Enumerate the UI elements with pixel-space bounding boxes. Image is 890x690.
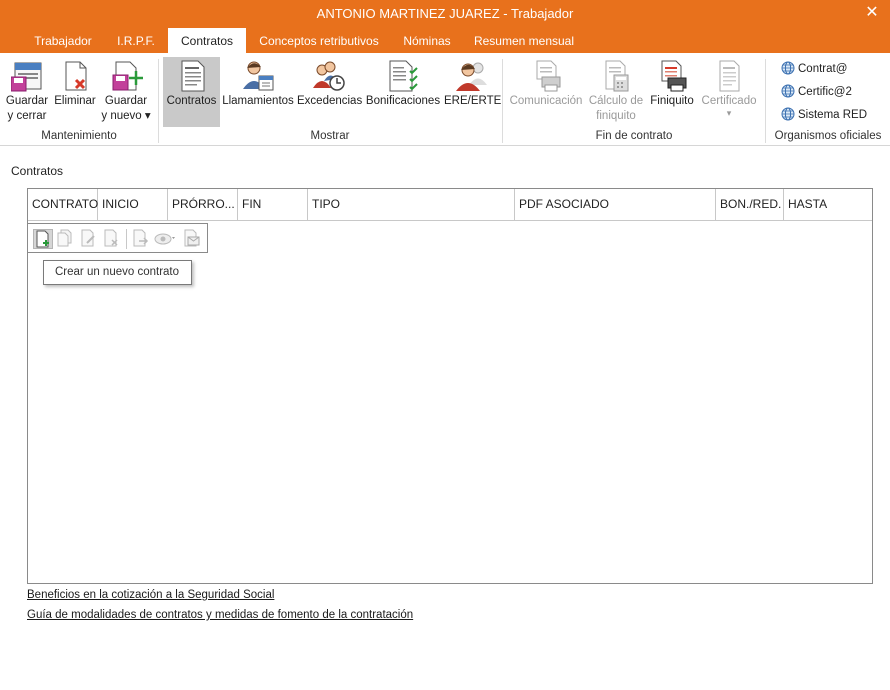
beneficios-link[interactable]: Beneficios en la cotización a la Segurid… — [27, 589, 274, 601]
guardar-nuevo-label-1: Guardar — [104, 95, 148, 107]
person-grey-icon — [456, 62, 487, 91]
excedencias-label: Excedencias — [297, 95, 363, 107]
certificate-document-icon — [719, 60, 740, 92]
tab-bar: Trabajador I.R.P.F. Contratos Conceptos … — [0, 28, 890, 53]
group-label-mantenimiento: Mantenimiento — [41, 130, 117, 142]
tab-nominas[interactable]: Nóminas — [393, 28, 461, 53]
finiquito-button[interactable]: Finiquito — [647, 57, 697, 123]
save-new-icon — [112, 61, 143, 91]
save-close-icon — [11, 62, 42, 92]
group-label-mostrar: Mostrar — [310, 130, 350, 142]
ribbon-separator — [158, 59, 159, 143]
tab-conceptos-retributivos[interactable]: Conceptos retributivos — [250, 28, 388, 53]
contract-document-icon — [181, 60, 204, 92]
new-document-icon — [36, 230, 49, 248]
ere-erte-label: ERE/ERTE — [444, 95, 502, 107]
tab-trabajador[interactable]: Trabajador — [22, 28, 104, 53]
export-document-icon — [133, 229, 149, 247]
certifica-label: Certific@2 — [798, 86, 852, 98]
group-label-organismos: Organismos oficiales — [774, 130, 882, 142]
comunicacion-label: Comunicación — [509, 95, 583, 107]
view-document-button[interactable] — [154, 229, 178, 249]
column-header-contrato[interactable]: CONTRATO — [28, 189, 98, 221]
section-title: Contratos — [11, 164, 64, 178]
llamamientos-label: Llamamientos — [222, 95, 294, 107]
contratos-button[interactable]: Contratos — [163, 57, 220, 127]
calculo-finiquito-button[interactable]: Cálculo de finiquito — [587, 57, 645, 123]
copy-document-icon — [57, 229, 72, 247]
delete-document-button[interactable] — [102, 229, 122, 249]
certificado-button[interactable]: Certificado ▾ — [699, 57, 759, 123]
sistema-red-label: Sistema RED — [798, 109, 868, 121]
certifica-link[interactable]: Certific@2 — [781, 83, 852, 101]
copy-document-button[interactable] — [56, 229, 76, 249]
delete-document-icon — [65, 61, 87, 91]
export-document-button[interactable] — [131, 229, 151, 249]
column-header-prorroga[interactable]: PRÓRRO... — [168, 189, 238, 221]
column-header-pdf-asociado[interactable]: PDF ASOCIADO — [515, 189, 716, 221]
ere-erte-button[interactable]: ERE/ERTE — [444, 57, 502, 123]
finiquito-printer-icon — [661, 60, 687, 92]
guardar-cerrar-label-1: Guardar — [5, 95, 49, 107]
guardar-cerrar-label-2: y cerrar — [7, 110, 47, 122]
column-header-inicio[interactable]: INICIO — [98, 189, 168, 221]
column-header-bon-red[interactable]: BON./RED. — [716, 189, 784, 221]
people-calendar-icon — [243, 61, 274, 91]
new-document-button[interactable] — [33, 229, 53, 249]
eye-dropdown-icon — [154, 233, 175, 245]
people-clock-icon — [313, 61, 345, 91]
guardar-cerrar-button[interactable]: Guardar y cerrar — [4, 57, 50, 123]
llamamientos-button[interactable]: Llamamientos — [222, 57, 294, 123]
checklist-document-icon — [389, 60, 418, 92]
guia-link[interactable]: Guía de modalidades de contratos y medid… — [27, 609, 413, 621]
calculo-label-1: Cálculo de — [588, 95, 644, 107]
guardar-nuevo-button[interactable]: Guardar y nuevo ▾ — [100, 57, 152, 123]
calculator-document-icon — [605, 60, 629, 92]
toolbar-separator — [126, 229, 127, 249]
window-title: ANTONIO MARTINEZ JUAREZ - Trabajador — [316, 6, 574, 21]
comunicacion-button[interactable]: Comunicación — [507, 57, 585, 123]
finiquito-label: Finiquito — [650, 95, 694, 107]
email-document-icon — [184, 229, 200, 247]
bonificaciones-button[interactable]: Bonificaciones — [365, 57, 441, 123]
window-titlebar: ANTONIO MARTINEZ JUAREZ - Trabajador ✕ — [0, 0, 890, 28]
globe-icon — [781, 107, 795, 121]
globe-icon — [781, 61, 795, 75]
column-header-hasta[interactable]: HASTA — [784, 189, 872, 221]
ribbon: Guardar y cerrar Eliminar Guardar y nuev… — [0, 53, 890, 146]
tooltip: Crear un nuevo contrato — [43, 260, 192, 285]
email-document-button[interactable] — [182, 229, 202, 249]
contrata-label: Contrat@ — [798, 63, 848, 75]
close-icon[interactable]: ✕ — [862, 0, 882, 28]
excedencias-button[interactable]: Excedencias — [297, 57, 363, 123]
column-header-tipo[interactable]: TIPO — [308, 189, 515, 221]
eliminar-button[interactable]: Eliminar — [52, 57, 98, 123]
tab-resumen-mensual[interactable]: Resumen mensual — [468, 28, 580, 53]
printer-document-icon — [536, 60, 561, 92]
globe-icon — [781, 84, 795, 98]
delete-document-icon — [104, 229, 118, 247]
group-label-fin-contrato: Fin de contrato — [595, 130, 673, 142]
tab-irpf[interactable]: I.R.P.F. — [108, 28, 164, 53]
column-header-fin[interactable]: FIN — [238, 189, 308, 221]
tab-contratos[interactable]: Contratos — [168, 28, 246, 53]
edit-document-icon — [81, 229, 95, 247]
grid-toolbar — [27, 223, 208, 253]
calculo-label-2: finiquito — [596, 110, 636, 122]
eliminar-label: Eliminar — [54, 95, 96, 107]
bonificaciones-label: Bonificaciones — [365, 95, 441, 107]
guardar-nuevo-label-2: y nuevo ▾ — [101, 110, 151, 122]
contrata-link[interactable]: Contrat@ — [781, 60, 847, 78]
edit-document-button[interactable] — [79, 229, 99, 249]
contratos-label: Contratos — [166, 95, 217, 107]
sistema-red-link[interactable]: Sistema RED — [781, 106, 867, 124]
